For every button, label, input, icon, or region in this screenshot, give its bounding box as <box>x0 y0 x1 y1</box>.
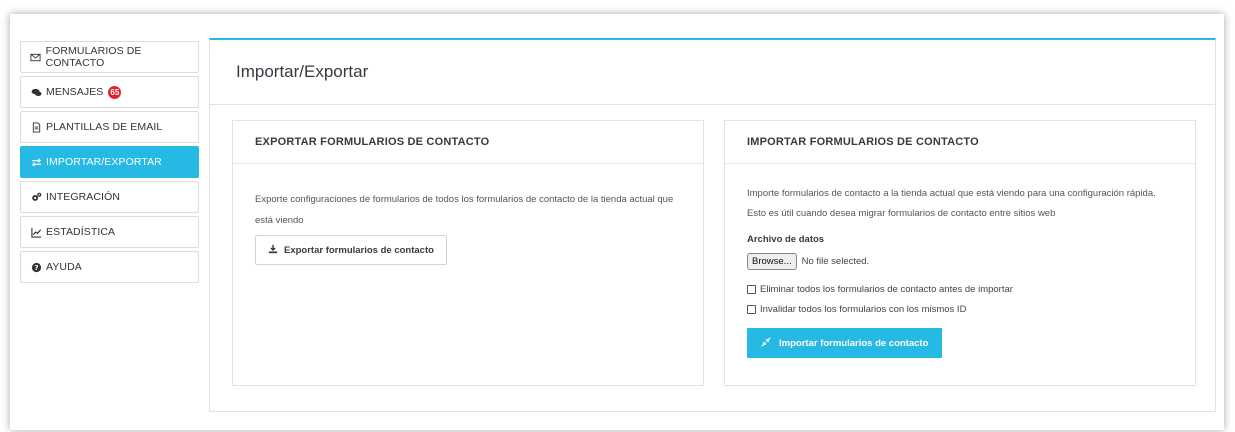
sidebar-item-label: INTEGRACIÓN <box>46 191 121 203</box>
sidebar-item-label: PLANTILLAS DE EMAIL <box>46 121 163 133</box>
browse-button[interactable]: Browse... <box>747 253 797 270</box>
svg-text:?: ? <box>34 262 38 271</box>
sidebar-item-importar-exportar[interactable]: IMPORTAR/EXPORTAR <box>20 146 199 178</box>
panel-header: Importar/Exportar <box>210 40 1215 105</box>
sidebar-item-estadistica[interactable]: ESTADÍSTICA <box>20 216 199 248</box>
export-button[interactable]: Exportar formularios de contacto <box>255 235 447 265</box>
sidebar-item-formularios[interactable]: FORMULARIOS DE CONTACTO <box>20 41 199 73</box>
file-icon <box>30 121 42 133</box>
import-card-title: IMPORTAR FORMULARIOS DE CONTACTO <box>725 121 1195 164</box>
download-icon <box>268 244 278 257</box>
sidebar-item-ayuda[interactable]: ? AYUDA <box>20 251 199 283</box>
file-status-text: No file selected. <box>801 256 870 267</box>
sidebar-item-mensajes[interactable]: MENSAJES 65 <box>20 76 199 108</box>
sidebar-item-integracion[interactable]: INTEGRACIÓN <box>20 181 199 213</box>
export-card: EXPORTAR FORMULARIOS DE CONTACTO Exporte… <box>232 120 704 386</box>
export-description-line: está viendo <box>255 215 304 226</box>
sidebar-item-label: MENSAJES <box>46 86 104 98</box>
export-description-line: Exporte configuraciones de formularios d… <box>255 194 674 205</box>
import-description: Importe formularios de contacto a la tie… <box>747 184 1173 224</box>
override-same-id-option: Invalidar todos los formularios con los … <box>747 304 1173 315</box>
exchange-icon <box>30 156 42 168</box>
cogs-icon <box>30 191 42 203</box>
sidebar-item-label: AYUDA <box>46 261 82 273</box>
delete-before-import-checkbox[interactable] <box>747 285 756 294</box>
sidebar-item-label: ESTADÍSTICA <box>46 226 116 238</box>
sidebar-item-label: IMPORTAR/EXPORTAR <box>46 156 162 168</box>
app-window: FORMULARIOS DE CONTACTO MENSAJES 65 PLAN… <box>10 14 1224 430</box>
checkbox-label: Eliminar todos los formularios de contac… <box>760 284 1013 295</box>
export-description: Exporte configuraciones de formularios d… <box>255 189 681 231</box>
delete-before-import-option: Eliminar todos los formularios de contac… <box>747 284 1173 295</box>
file-field-label: Archivo de datos <box>747 234 825 245</box>
line-chart-icon <box>30 226 42 238</box>
question-circle-icon: ? <box>30 261 42 273</box>
sidebar-item-label: FORMULARIOS DE CONTACTO <box>45 45 142 69</box>
message-count-badge: 65 <box>108 85 122 99</box>
envelope-icon <box>30 51 42 63</box>
import-button[interactable]: Importar formularios de contacto <box>747 328 943 358</box>
file-input: Browse... No file selected. <box>747 253 1173 270</box>
checkbox-label: Invalidar todos los formularios con los … <box>760 304 967 315</box>
sidebar-item-plantillas[interactable]: PLANTILLAS DE EMAIL <box>20 111 199 143</box>
compress-arrows-icon <box>761 336 771 350</box>
page-title: Importar/Exportar <box>236 62 369 81</box>
export-card-title: EXPORTAR FORMULARIOS DE CONTACTO <box>233 121 703 164</box>
sidebar-nav: FORMULARIOS DE CONTACTO MENSAJES 65 PLAN… <box>20 41 199 286</box>
main-panel: Importar/Exportar EXPORTAR FORMULARIOS D… <box>209 38 1216 412</box>
import-description-line: Importe formularios de contacto a la tie… <box>747 188 1156 199</box>
override-same-id-checkbox[interactable] <box>747 305 756 314</box>
import-button-label: Importar formularios de contacto <box>779 337 929 349</box>
import-card: IMPORTAR FORMULARIOS DE CONTACTO Importe… <box>724 120 1196 386</box>
import-description-line: Esto es útil cuando desea migrar formula… <box>747 208 1056 219</box>
comments-icon <box>30 86 42 98</box>
export-button-label: Exportar formularios de contacto <box>284 244 434 256</box>
